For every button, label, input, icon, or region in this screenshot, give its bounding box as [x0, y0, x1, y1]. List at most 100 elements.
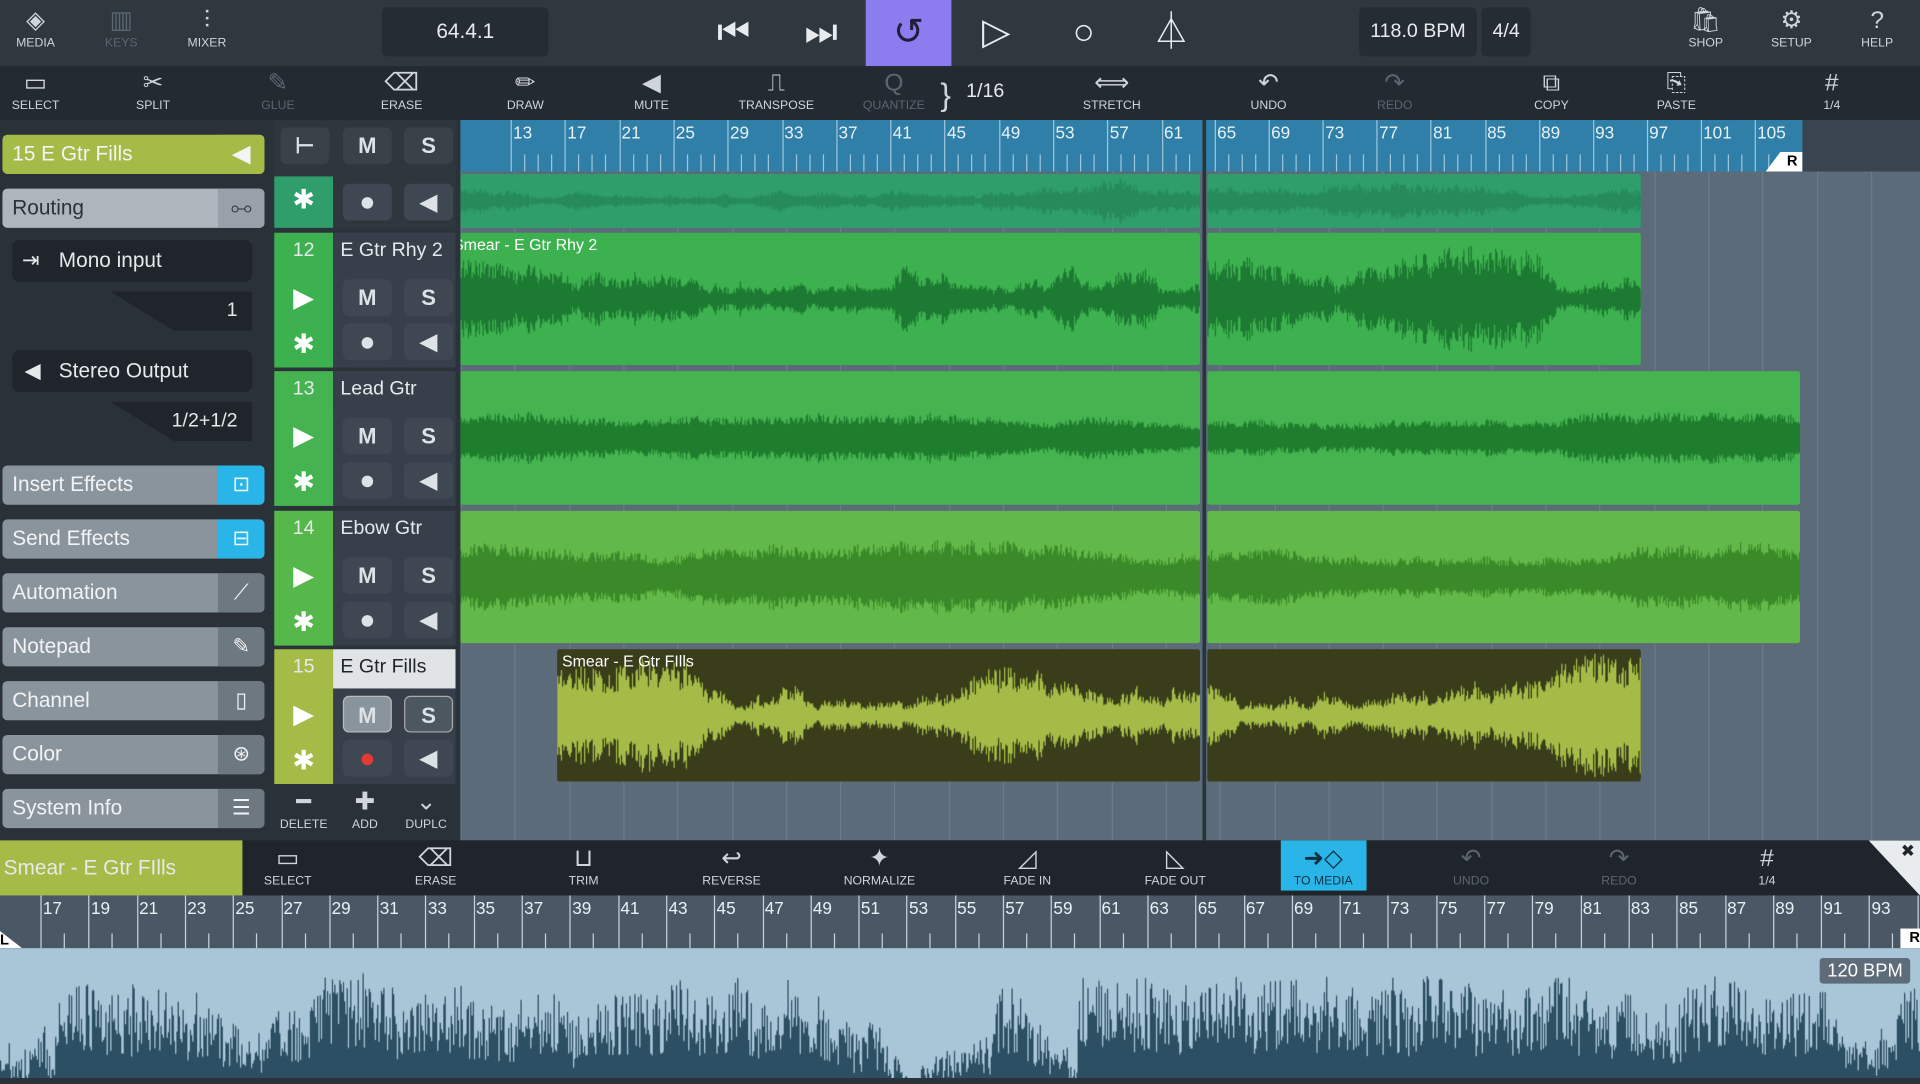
- track-name[interactable]: E Gtr Fills: [340, 657, 426, 679]
- duplicate-track-button[interactable]: ⌄DUPLC: [383, 789, 469, 832]
- monitor-button[interactable]: ◀: [404, 462, 453, 499]
- play-icon[interactable]: ▶: [274, 420, 333, 452]
- editor-to-media-tool[interactable]: ➜◇TO MEDIA: [1280, 840, 1366, 890]
- track-name[interactable]: Ebow Gtr: [340, 518, 422, 540]
- monitor-button[interactable]: ◀: [404, 601, 453, 638]
- solo-button[interactable]: S: [404, 279, 453, 316]
- track-header[interactable]: 13Lead Gtr▶✱MS●◀: [274, 371, 455, 506]
- mute-button[interactable]: M: [343, 557, 392, 594]
- solo-button[interactable]: S: [404, 418, 453, 455]
- clip-e-gtr-rhy-2-a[interactable]: Smear - E Gtr Rhy 2: [460, 233, 1200, 365]
- routing-button[interactable]: Routing⧟: [2, 189, 264, 228]
- solo-button[interactable]: S: [404, 127, 453, 164]
- clip-e-gtr-fills-b[interactable]: [1207, 649, 1640, 781]
- menu-color[interactable]: Color⊛: [2, 735, 264, 774]
- editor-waveform[interactable]: 120 BPM: [0, 948, 1920, 1078]
- clip-partial-a[interactable]: [460, 174, 1200, 228]
- clip-e-gtr-fills-a[interactable]: Smear - E Gtr FIlls: [557, 649, 1200, 781]
- shop-button[interactable]: 🛍SHOP: [1663, 7, 1749, 50]
- 14-tool[interactable]: #1/4: [1789, 70, 1875, 113]
- time-signature[interactable]: 4/4: [1482, 7, 1531, 56]
- arrange-area[interactable]: 1317212529333741454953576165697377818589…: [460, 120, 1920, 840]
- track-header[interactable]: 12E Gtr Rhy 2▶✱MS●◀: [274, 233, 455, 368]
- editor-ruler[interactable]: 1719212325272931333537394143454749515355…: [0, 895, 1920, 948]
- clip-e-gtr-rhy-2-b[interactable]: [1207, 233, 1640, 365]
- mute-button[interactable]: M: [343, 279, 392, 316]
- play-icon[interactable]: ▶: [274, 282, 333, 314]
- stretch-tool[interactable]: ⟺STRETCH: [1069, 70, 1155, 113]
- rewind-button[interactable]: ⏮: [691, 0, 777, 66]
- timeline-ruler[interactable]: 1317212529333741454953576165697377818589…: [460, 120, 1920, 171]
- copy-tool[interactable]: ⧉COPY: [1509, 70, 1595, 113]
- clip-ebow-gtr-b[interactable]: [1207, 511, 1800, 643]
- monitor-button[interactable]: ◀: [404, 740, 453, 777]
- track-header[interactable]: 15E Gtr Fills▶✱MS●◀: [274, 649, 455, 784]
- editor-fade-out-tool[interactable]: ◺FADE OUT: [1132, 845, 1218, 888]
- help-button[interactable]: ?HELP: [1834, 7, 1920, 50]
- clip-lead-gtr-a[interactable]: Lead Gtr: [460, 371, 1200, 505]
- solo-button[interactable]: S: [404, 557, 453, 594]
- editor-redo-tool[interactable]: ↷REDO: [1576, 845, 1662, 888]
- freeze-icon[interactable]: ✱: [274, 328, 333, 360]
- menu-system-info[interactable]: System Info☰: [2, 789, 264, 828]
- transpose-tool[interactable]: ⎍TRANSPOSE: [733, 70, 819, 113]
- media-button[interactable]: ◈MEDIA: [0, 7, 78, 50]
- split-tool[interactable]: ✂SPLIT: [110, 70, 196, 113]
- output-channel[interactable]: 1/2+1/2: [110, 402, 252, 441]
- right-locator[interactable]: R: [1900, 929, 1920, 949]
- editor-erase-tool[interactable]: ⌫ERASE: [393, 845, 479, 888]
- record-arm-button[interactable]: ●: [343, 601, 392, 638]
- close-editor-button[interactable]: ✖: [1869, 840, 1920, 895]
- output-select[interactable]: ◀Stereo Output: [12, 350, 252, 392]
- clip-ebow-gtr-a[interactable]: Ebow Gtr: [460, 511, 1200, 643]
- monitor-button[interactable]: ◀: [404, 323, 453, 360]
- loop-button[interactable]: ↺: [866, 0, 952, 66]
- menu-automation[interactable]: Automation⟋: [2, 573, 264, 612]
- mute-button[interactable]: M: [343, 418, 392, 455]
- editor-reverse-tool[interactable]: ↩REVERSE: [689, 845, 775, 888]
- glue-tool[interactable]: ✎GLUE: [235, 70, 321, 113]
- editor-select-tool[interactable]: ▭SELECT: [245, 845, 331, 888]
- monitor-button[interactable]: ◀: [404, 184, 453, 221]
- solo-button[interactable]: S: [404, 696, 453, 733]
- record-button[interactable]: ○: [1041, 0, 1127, 66]
- freeze-icon[interactable]: ✱: [274, 745, 333, 777]
- record-arm-button[interactable]: ●: [343, 184, 392, 221]
- keys-button[interactable]: ▥KEYS: [78, 7, 164, 50]
- editor-undo-tool[interactable]: ↶UNDO: [1428, 845, 1514, 888]
- mute-button[interactable]: M: [343, 696, 392, 733]
- editor-normalize-tool[interactable]: ✦NORMALIZE: [837, 845, 923, 888]
- input-select[interactable]: ⇥Mono input: [12, 240, 252, 282]
- undo-tool[interactable]: ↶UNDO: [1226, 70, 1312, 113]
- setup-button[interactable]: ⚙SETUP: [1749, 7, 1835, 50]
- track-name[interactable]: E Gtr Rhy 2: [340, 240, 442, 262]
- editor-1-4-tool[interactable]: #1/4: [1724, 845, 1810, 888]
- quantize-tool[interactable]: QQUANTIZE: [851, 70, 937, 113]
- right-locator[interactable]: R: [1766, 152, 1803, 172]
- tempo-display[interactable]: 118.0 BPM: [1359, 7, 1477, 56]
- tool-button[interactable]: ⊢: [280, 127, 329, 164]
- menu-channel[interactable]: Channel▯: [2, 681, 264, 720]
- track-name[interactable]: Lead Gtr: [340, 379, 416, 401]
- left-locator[interactable]: L: [0, 931, 22, 948]
- clip-lead-gtr-b[interactable]: [1207, 371, 1800, 505]
- menu-insert-effects[interactable]: Insert Effects⊡: [2, 466, 264, 505]
- erase-tool[interactable]: ⌫ERASE: [359, 70, 445, 113]
- paste-tool[interactable]: ⎘PASTE: [1633, 70, 1719, 113]
- metronome-button[interactable]: ⏃: [1128, 0, 1214, 66]
- mute-tool[interactable]: ◀MUTE: [609, 70, 695, 113]
- menu-send-effects[interactable]: Send Effects⊟: [2, 519, 264, 558]
- freeze-icon[interactable]: ✱: [274, 606, 333, 638]
- select-tool[interactable]: ▭SELECT: [0, 70, 78, 113]
- freeze-icon[interactable]: ✱: [274, 467, 333, 499]
- freeze-icon[interactable]: ✱: [274, 184, 333, 216]
- menu-notepad[interactable]: Notepad✎: [2, 627, 264, 666]
- play-icon[interactable]: ▶: [274, 698, 333, 730]
- selected-track-button[interactable]: 15 E Gtr Fills◀: [2, 135, 264, 174]
- playhead[interactable]: [1202, 120, 1206, 840]
- collapse-icon[interactable]: ◀: [218, 135, 265, 174]
- redo-tool[interactable]: ↷REDO: [1352, 70, 1438, 113]
- position-display[interactable]: 64.4.1: [382, 7, 549, 56]
- forward-button[interactable]: ⏭: [778, 0, 864, 66]
- play-icon[interactable]: ▶: [274, 560, 333, 592]
